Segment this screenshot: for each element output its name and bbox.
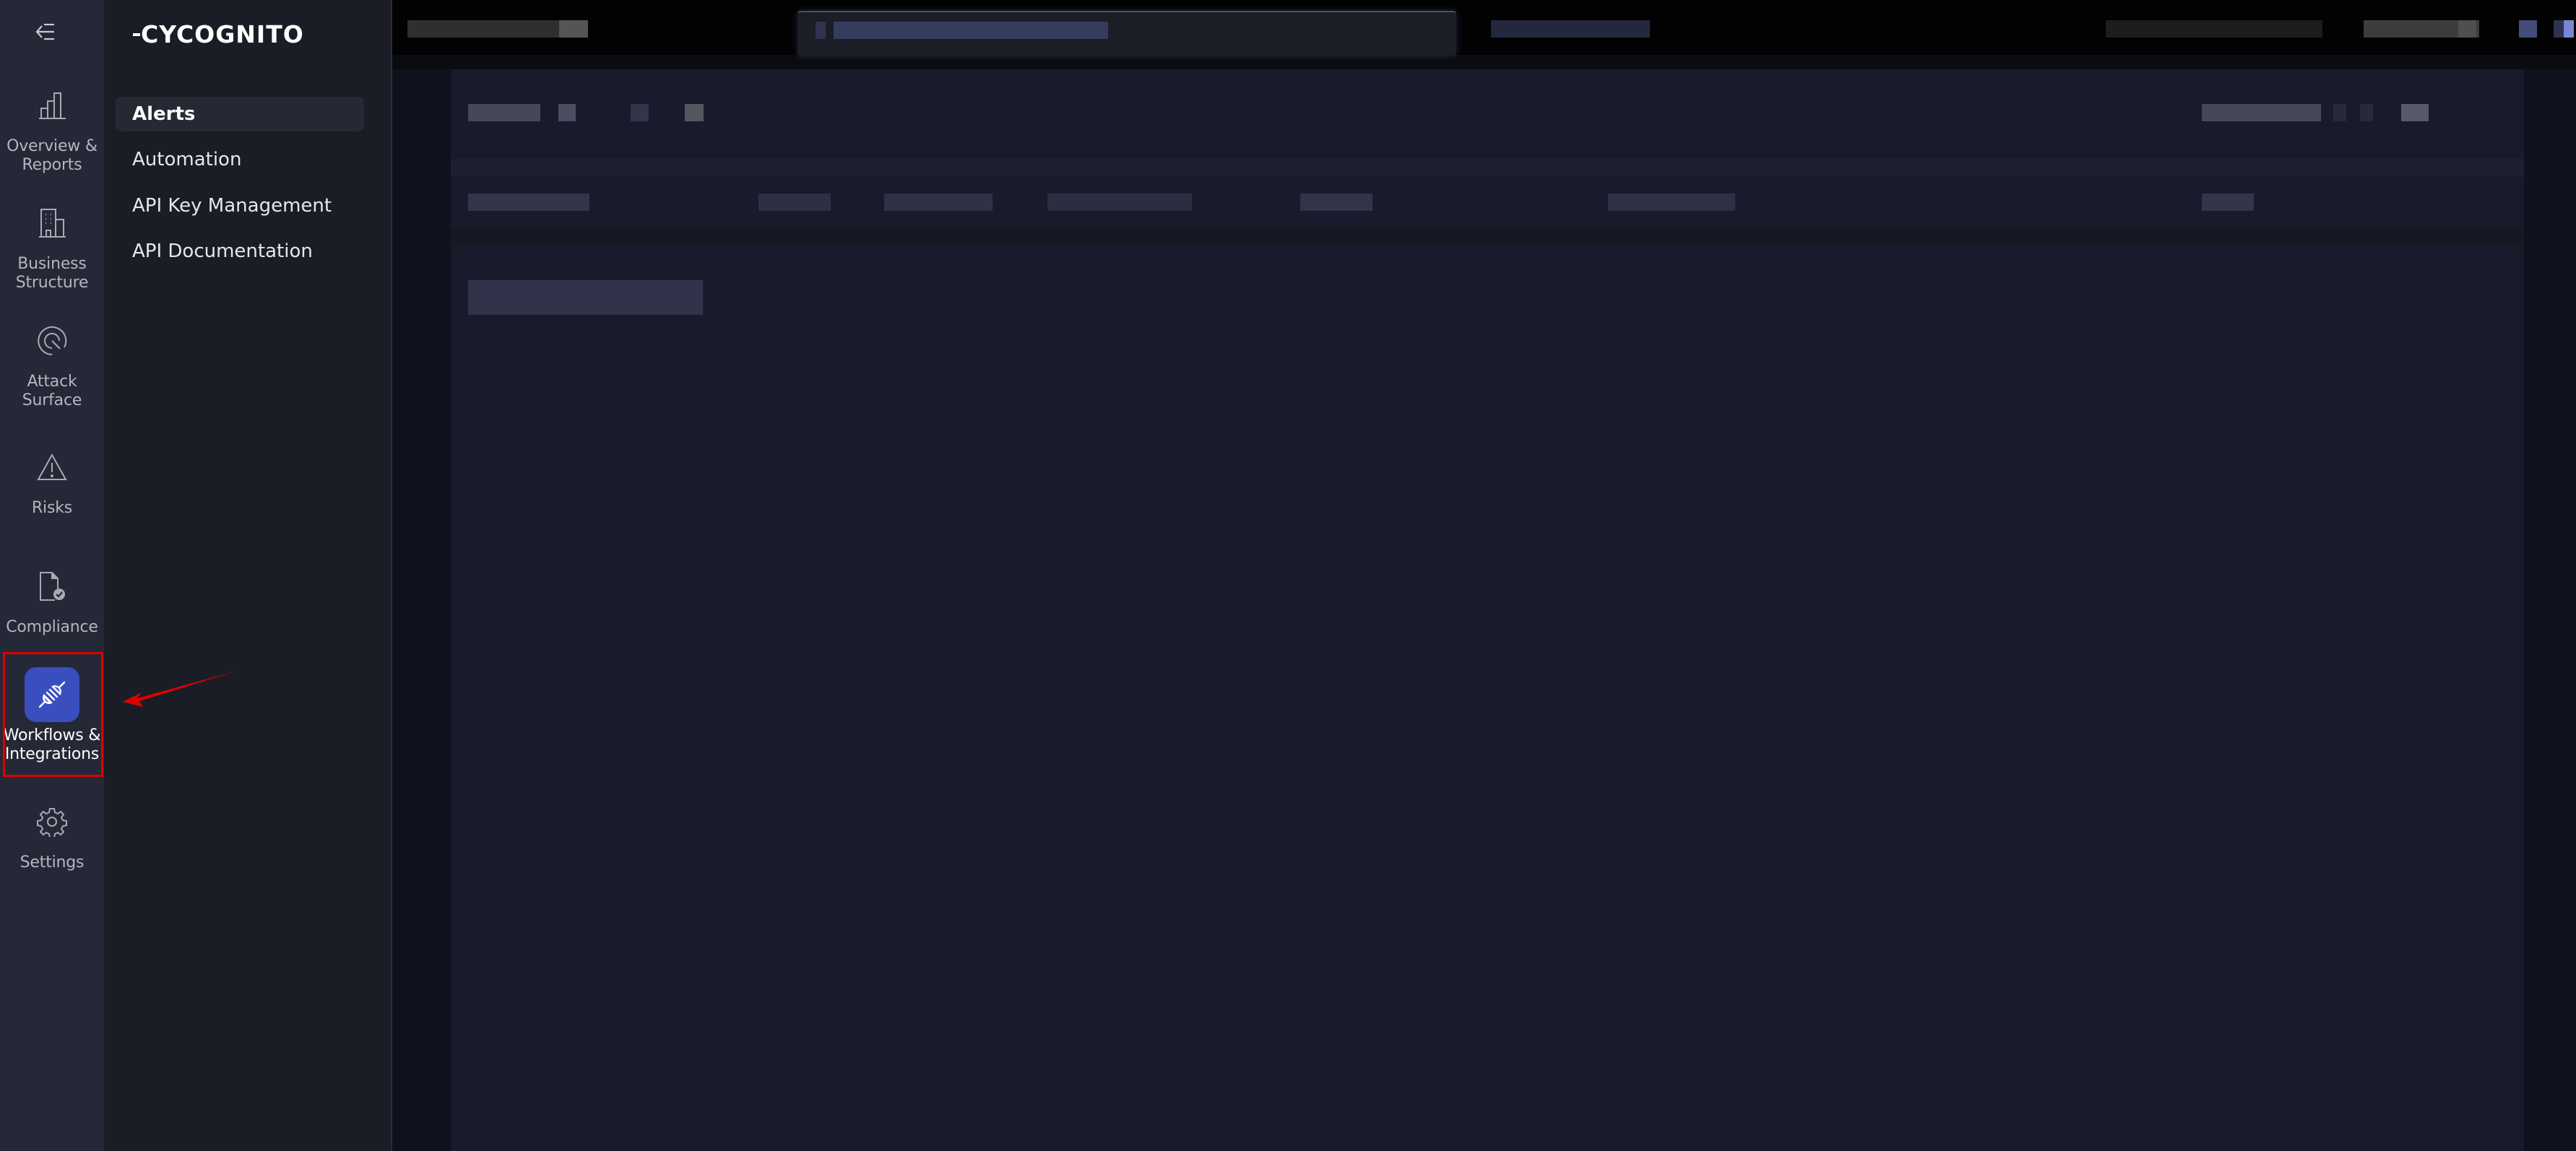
secondary-sidebar: CYCOGNITO Alerts Automation API Key Mana… <box>104 0 392 1151</box>
subnav-item-label: API Documentation <box>132 240 313 262</box>
rail-item-risks[interactable]: Risks <box>0 440 104 518</box>
rail-item-compliance[interactable]: Compliance <box>0 559 104 637</box>
redacted-search-placeholder <box>834 22 1108 39</box>
building-icon <box>25 196 79 251</box>
icon-rail: Overview & Reports Business Structure At… <box>0 0 104 1151</box>
warning-triangle-icon <box>25 440 79 495</box>
subnav-item-alerts[interactable]: Alerts <box>116 97 364 131</box>
redacted-page-title <box>468 104 540 121</box>
redacted-cell <box>884 194 993 211</box>
redacted-cell <box>468 194 589 211</box>
logo-text: CYCOGNITO <box>141 20 304 48</box>
document-check-icon <box>25 559 79 614</box>
rail-item-label: Overview & Reports <box>7 137 98 174</box>
rail-item-workflows-integrations[interactable]: Workflows & Integrations <box>0 667 104 764</box>
logo-mark-icon <box>133 32 140 36</box>
redacted-top-icon <box>2554 20 2564 38</box>
rail-item-label: Settings <box>20 854 85 872</box>
redacted-cell <box>1300 194 1373 211</box>
rail-item-overview-reports[interactable]: Overview & Reports <box>0 78 104 175</box>
redacted-cell <box>2202 194 2254 211</box>
subnav-item-label: Alerts <box>132 103 196 125</box>
rail-item-label: Business Structure <box>15 255 89 292</box>
redacted-cell <box>758 194 831 211</box>
redacted-header-icon[interactable] <box>2360 104 2373 121</box>
rail-item-label: Attack Surface <box>22 373 82 409</box>
row-divider <box>451 228 2524 246</box>
cycognito-logo[interactable]: CYCOGNITO <box>133 20 304 48</box>
redacted-breadcrumb[interactable] <box>407 20 559 38</box>
rail-item-label: Compliance <box>6 618 98 636</box>
redacted-title-part <box>558 104 576 121</box>
search-icon <box>816 22 826 39</box>
top-bar-divider <box>392 55 2576 69</box>
subnav-item-label: Automation <box>132 149 242 170</box>
rail-item-label: Workflows & Integrations <box>3 726 101 763</box>
gear-icon <box>25 794 79 849</box>
rail-item-settings[interactable]: Settings <box>0 794 104 872</box>
bar-chart-icon <box>25 78 79 133</box>
redacted-breadcrumb-end <box>559 20 588 38</box>
redacted-cell <box>1047 194 1192 211</box>
redacted-user-info <box>2106 20 2322 38</box>
notification-icon[interactable] <box>2519 20 2537 38</box>
collapse-sidebar-button[interactable] <box>32 20 61 46</box>
collapse-left-icon <box>35 22 57 44</box>
redacted-title-part <box>631 104 649 121</box>
subnav-item-api-key-management[interactable]: API Key Management <box>116 188 364 223</box>
radar-icon <box>25 313 79 368</box>
user-avatar[interactable] <box>2564 20 2574 38</box>
main-content <box>392 69 2576 1151</box>
redacted-header-icon[interactable] <box>2333 104 2346 121</box>
rail-item-attack-surface[interactable]: Attack Surface <box>0 313 104 410</box>
redacted-cell <box>1608 194 1735 211</box>
search-input[interactable] <box>798 11 1456 56</box>
redacted-header-action[interactable] <box>2202 104 2321 121</box>
alerts-panel <box>451 69 2524 1151</box>
rail-item-business-structure[interactable]: Business Structure <box>0 196 104 292</box>
rail-item-label: Risks <box>31 499 73 517</box>
plug-icon <box>25 667 79 722</box>
top-bar <box>392 0 2576 69</box>
subnav-item-label: API Key Management <box>132 195 332 217</box>
redacted-top-link[interactable] <box>1491 20 1650 38</box>
redacted-org-suffix <box>2458 20 2476 38</box>
subnav-item-api-documentation[interactable]: API Documentation <box>116 234 364 269</box>
redacted-title-badge <box>685 104 704 121</box>
redacted-header-button[interactable] <box>2401 104 2429 121</box>
redacted-section-text <box>468 280 703 315</box>
subnav-item-automation[interactable]: Automation <box>116 142 364 177</box>
table-header-band <box>451 159 2524 176</box>
